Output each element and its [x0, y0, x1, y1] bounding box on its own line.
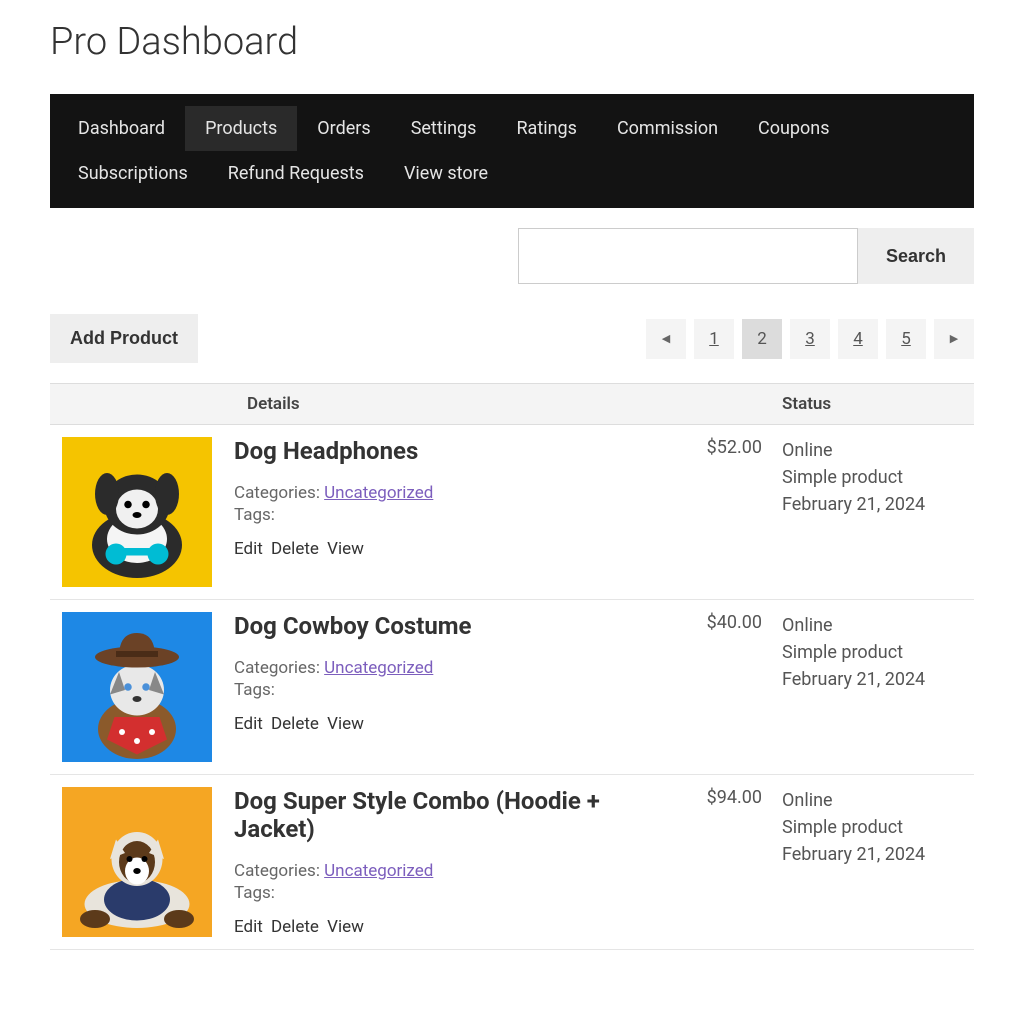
page-button-3[interactable]: 3 [790, 319, 830, 359]
product-price: $52.00 [692, 437, 782, 458]
page-prev-button[interactable]: ◀ [646, 319, 686, 359]
view-link[interactable]: View [327, 917, 364, 937]
product-type: Simple product [782, 814, 962, 841]
page-title: Pro Dashboard [50, 20, 974, 64]
product-title[interactable]: Dog Super Style Combo (Hoodie + Jacket) [234, 787, 672, 843]
page-button-4[interactable]: 4 [838, 319, 878, 359]
category-link[interactable]: Uncategorized [324, 861, 433, 881]
nav-item-refund-requests[interactable]: Refund Requests [208, 151, 384, 196]
status-value: Online [782, 787, 962, 814]
product-type: Simple product [782, 464, 962, 491]
product-details: Dog Cowboy Costume Categories: Uncategor… [234, 612, 692, 734]
product-status: Online Simple product February 21, 2024 [782, 612, 962, 693]
nav-item-ratings[interactable]: Ratings [496, 106, 597, 151]
header-thumb [62, 394, 247, 414]
product-row: Dog Headphones Categories: Uncategorized… [50, 425, 974, 600]
page-next-button[interactable]: ▶ [934, 319, 974, 359]
product-status: Online Simple product February 21, 2024 [782, 787, 962, 868]
table-header: Details Status [50, 383, 974, 425]
search-row: Search [50, 228, 974, 284]
delete-link[interactable]: Delete [271, 714, 319, 734]
product-details: Dog Headphones Categories: Uncategorized… [234, 437, 692, 559]
product-categories: Categories: Uncategorized [234, 861, 672, 881]
nav-item-orders[interactable]: Orders [297, 106, 390, 151]
product-actions: Edit Delete View [234, 539, 672, 559]
page-button-1[interactable]: 1 [694, 319, 734, 359]
header-status: Status [782, 394, 962, 414]
product-price: $94.00 [692, 787, 782, 808]
nav-item-products[interactable]: Products [185, 106, 297, 151]
product-actions: Edit Delete View [234, 917, 672, 937]
product-tags: Tags: [234, 505, 672, 525]
product-type: Simple product [782, 639, 962, 666]
nav-item-dashboard[interactable]: Dashboard [58, 106, 185, 151]
product-price: $40.00 [692, 612, 782, 633]
product-date: February 21, 2024 [782, 841, 962, 868]
edit-link[interactable]: Edit [234, 539, 263, 559]
product-row: Dog Cowboy Costume Categories: Uncategor… [50, 600, 974, 775]
page-button-5[interactable]: 5 [886, 319, 926, 359]
search-input[interactable] [518, 228, 858, 284]
edit-link[interactable]: Edit [234, 714, 263, 734]
nav-item-subscriptions[interactable]: Subscriptions [58, 151, 208, 196]
nav-item-coupons[interactable]: Coupons [738, 106, 850, 151]
category-link[interactable]: Uncategorized [324, 658, 433, 678]
product-actions: Edit Delete View [234, 714, 672, 734]
category-link[interactable]: Uncategorized [324, 483, 433, 503]
nav-item-view-store[interactable]: View store [384, 151, 508, 196]
toolbar-row: Add Product ◀12345▶ [50, 314, 974, 363]
product-title[interactable]: Dog Headphones [234, 437, 672, 465]
nav-item-commission[interactable]: Commission [597, 106, 738, 151]
products-list: Dog Headphones Categories: Uncategorized… [50, 425, 974, 950]
view-link[interactable]: View [327, 539, 364, 559]
edit-link[interactable]: Edit [234, 917, 263, 937]
product-thumbnail[interactable] [62, 787, 212, 937]
product-status: Online Simple product February 21, 2024 [782, 437, 962, 518]
product-categories: Categories: Uncategorized [234, 658, 672, 678]
product-row: Dog Super Style Combo (Hoodie + Jacket) … [50, 775, 974, 950]
delete-link[interactable]: Delete [271, 917, 319, 937]
product-thumbnail[interactable] [62, 612, 212, 762]
search-button[interactable]: Search [858, 228, 974, 284]
product-tags: Tags: [234, 680, 672, 700]
product-date: February 21, 2024 [782, 666, 962, 693]
product-tags: Tags: [234, 883, 672, 903]
add-product-button[interactable]: Add Product [50, 314, 198, 363]
pagination: ◀12345▶ [646, 319, 974, 359]
product-categories: Categories: Uncategorized [234, 483, 672, 503]
delete-link[interactable]: Delete [271, 539, 319, 559]
main-nav: DashboardProductsOrdersSettingsRatingsCo… [50, 94, 974, 208]
view-link[interactable]: View [327, 714, 364, 734]
product-title[interactable]: Dog Cowboy Costume [234, 612, 672, 640]
status-value: Online [782, 437, 962, 464]
nav-item-settings[interactable]: Settings [391, 106, 497, 151]
product-details: Dog Super Style Combo (Hoodie + Jacket) … [234, 787, 692, 937]
product-date: February 21, 2024 [782, 491, 962, 518]
product-thumbnail[interactable] [62, 437, 212, 587]
header-price [692, 394, 782, 414]
status-value: Online [782, 612, 962, 639]
page-button-2[interactable]: 2 [742, 319, 782, 359]
header-details: Details [247, 394, 692, 414]
